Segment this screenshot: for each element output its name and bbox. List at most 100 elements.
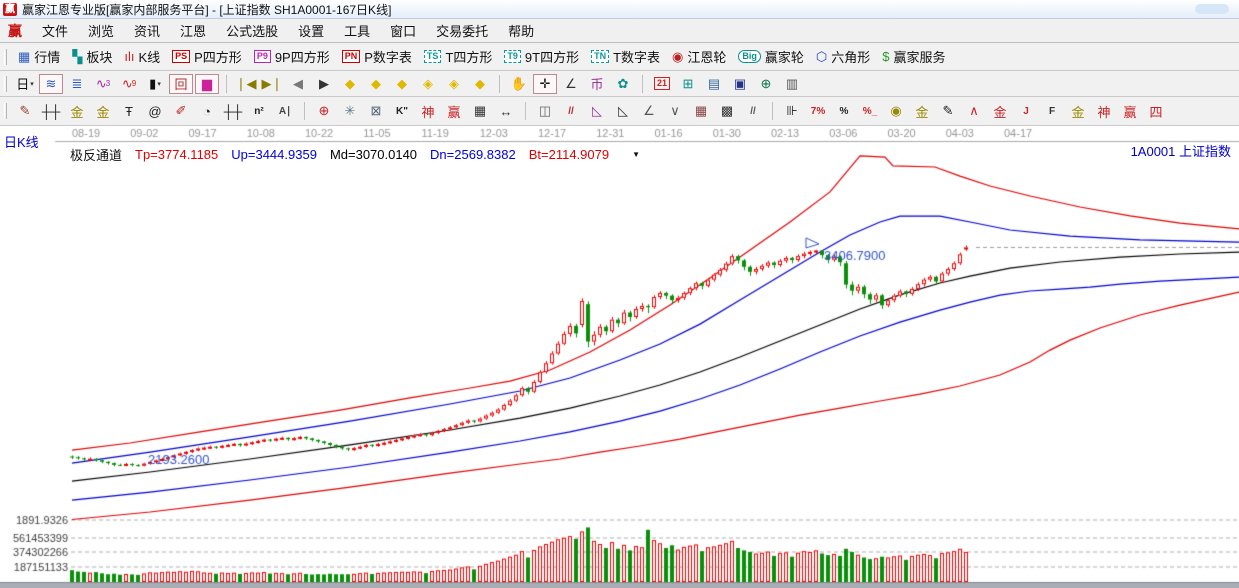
jump-last-icon[interactable]: ▶❘ [260, 74, 284, 94]
calendar-tool-icon[interactable]: 21 [650, 74, 674, 94]
angle-rays-icon[interactable]: ∠ [637, 101, 661, 121]
menu-item-browse[interactable]: 浏览 [78, 22, 124, 41]
menu-item-formula-picker[interactable]: 公式选股 [216, 22, 288, 41]
menu-item-news[interactable]: 资讯 [124, 22, 170, 41]
menu-item-tools[interactable]: 工具 [334, 22, 380, 41]
ying-tool-icon[interactable]: 赢 [442, 101, 466, 121]
menu-item-file[interactable]: 文件 [32, 22, 78, 41]
fan-dark-icon[interactable]: ◺ [611, 101, 635, 121]
crosshair-tool-icon[interactable]: ✛ [533, 74, 557, 94]
menu-item-help[interactable]: 帮助 [498, 22, 544, 41]
diamond-cross-icon[interactable]: ◆ [468, 74, 492, 94]
percent-icon[interactable]: % [832, 101, 856, 121]
volume-profile-icon[interactable]: ▆ [195, 74, 219, 94]
toolbar-button-winner-service[interactable]: $赢家服务 [876, 45, 951, 68]
indicator-dropdown-icon[interactable]: ▼ [632, 150, 640, 159]
period-label[interactable]: 日K线 [4, 132, 39, 151]
grid-ticks-icon[interactable]: ┼┼ [39, 101, 63, 121]
window-frame-icon[interactable]: ◫ [533, 101, 557, 121]
gold-circle-icon[interactable]: ◉ [884, 101, 908, 121]
menu-item-window[interactable]: 窗口 [380, 22, 426, 41]
percent-seven-icon[interactable]: 7% [806, 101, 830, 121]
toolbar-button-9p-square[interactable]: P99P四方形 [248, 45, 336, 68]
grid-red-icon[interactable]: ▦ [689, 101, 713, 121]
toolbar-button-t-square[interactable]: TST四方形 [418, 45, 498, 68]
single-candle-dropdown-icon[interactable]: ▮▾ [143, 74, 167, 94]
j-angle-icon[interactable]: J [1014, 101, 1038, 121]
ruler-grid-icon[interactable]: ▦ [468, 101, 492, 121]
fan-purple-icon[interactable]: ◺ [585, 101, 609, 121]
menu-item-trade-order[interactable]: 交易委托 [426, 22, 498, 41]
prev-bar-icon[interactable]: ◀ [286, 74, 310, 94]
f-lines-icon[interactable]: Ŧ [117, 101, 141, 121]
ying-angle-icon[interactable]: 赢 [1118, 101, 1142, 121]
menu-item-settings[interactable]: 设置 [288, 22, 334, 41]
export-web-tool-icon[interactable]: ⊕ [754, 74, 778, 94]
next-bar-icon[interactable]: ▶ [312, 74, 336, 94]
window-titlebar[interactable]: 赢 赢家江恩专业版[赢家内部服务平台] - [上证指数 SH1A0001-167… [0, 0, 1239, 19]
map-red-icon[interactable]: 回 [169, 74, 193, 94]
red-pen-icon[interactable]: ✐ [169, 101, 193, 121]
wave-3-icon[interactable]: ∿3 [91, 74, 115, 94]
a-channel-icon[interactable]: A∣ [273, 101, 297, 121]
tick-ruler-icon[interactable]: ┼┼ [221, 101, 245, 121]
n-squared-icon[interactable]: n² [247, 101, 271, 121]
toolbar-button-9t-square[interactable]: T99T四方形 [498, 45, 585, 68]
square-web-icon[interactable]: ⊠ [364, 101, 388, 121]
window-controls[interactable] [1195, 4, 1229, 14]
toolbar-grip[interactable] [4, 76, 7, 92]
toolbar-button-gann-wheel[interactable]: ◉江恩轮 [666, 45, 732, 68]
k-quote-icon[interactable]: K" [390, 101, 414, 121]
gold-gate-1-icon[interactable]: 金 [65, 101, 89, 121]
jump-first-icon[interactable]: ❘◀ [234, 74, 258, 94]
spiral-icon[interactable]: @ [143, 101, 167, 121]
gold-line-icon[interactable]: 金 [910, 101, 934, 121]
time-circle-icon[interactable]: ◔ [195, 101, 219, 121]
toolbar-button-p-square[interactable]: PSP四方形 [166, 45, 248, 68]
angle-tool-icon[interactable]: ∠ [559, 74, 583, 94]
pen-bars-icon[interactable]: ✎ [936, 101, 960, 121]
toolbar-button-sectors[interactable]: ▚板块 [66, 45, 118, 68]
zigzag-pattern-icon[interactable]: ≋ [39, 74, 63, 94]
toolbar-grip[interactable] [4, 49, 7, 65]
toolbar-button-winner-wheel[interactable]: Big赢家轮 [732, 45, 810, 68]
diamond-left-icon[interactable]: ◆ [338, 74, 362, 94]
toolbar-button-p-number-table[interactable]: PNP数字表 [336, 45, 418, 68]
system-tool-icon[interactable]: ▥ [780, 74, 804, 94]
diamond-expand-icon[interactable]: ◈ [442, 74, 466, 94]
hand-tool-icon[interactable]: ✋ [507, 74, 531, 94]
gann-shape-tool-icon[interactable]: 币 [585, 74, 609, 94]
target-red-icon[interactable]: ⊕ [312, 101, 336, 121]
span-arrows-icon[interactable]: ↔ [494, 101, 518, 121]
diamond-diagonal-icon[interactable]: ◈ [416, 74, 440, 94]
percent-line-icon[interactable]: %_ [858, 101, 882, 121]
wave-a-icon[interactable]: ∧ [962, 101, 986, 121]
v-rays-icon[interactable]: ∨ [663, 101, 687, 121]
pen-tool-icon[interactable]: ✎ [13, 101, 37, 121]
calculator-tool-icon[interactable]: ⊞ [676, 74, 700, 94]
menu-item-gann[interactable]: 江恩 [170, 22, 216, 41]
measure-bars-icon[interactable]: ⊪ [780, 101, 804, 121]
diamond-horizontal-icon[interactable]: ◆ [390, 74, 414, 94]
shen-tool-icon[interactable]: 神 [416, 101, 440, 121]
notes-tool-icon[interactable]: ▤ [702, 74, 726, 94]
toolbar-button-hexagon[interactable]: ⬡六角形 [810, 45, 876, 68]
si-angle-icon[interactable]: 四 [1144, 101, 1168, 121]
grid-dark-icon[interactable]: ▩ [715, 101, 739, 121]
f-angle-icon[interactable]: F [1040, 101, 1064, 121]
gold-angle-icon[interactable]: 金 [1066, 101, 1090, 121]
gold-red-icon[interactable]: 金 [988, 101, 1012, 121]
info-document-icon[interactable]: ≣ [65, 74, 89, 94]
parallel-rays-icon[interactable]: // [741, 101, 765, 121]
shen-angle-icon[interactable]: 神 [1092, 101, 1116, 121]
gold-gate-2-icon[interactable]: 金 [91, 101, 115, 121]
save-tool-icon[interactable]: ▣ [728, 74, 752, 94]
spiral-flower-tool-icon[interactable]: ✿ [611, 74, 635, 94]
toolbar-button-market-quotes[interactable]: ▦行情 [12, 45, 66, 68]
toolbar-button-kline[interactable]: ılıK线 [118, 45, 166, 68]
kline-chart-canvas[interactable] [0, 126, 1239, 588]
diamond-right-icon[interactable]: ◆ [364, 74, 388, 94]
fan-red-icon[interactable]: // [559, 101, 583, 121]
candle-style-dropdown-icon[interactable]: 日▾ [13, 74, 37, 94]
star-web-icon[interactable]: ✳ [338, 101, 362, 121]
